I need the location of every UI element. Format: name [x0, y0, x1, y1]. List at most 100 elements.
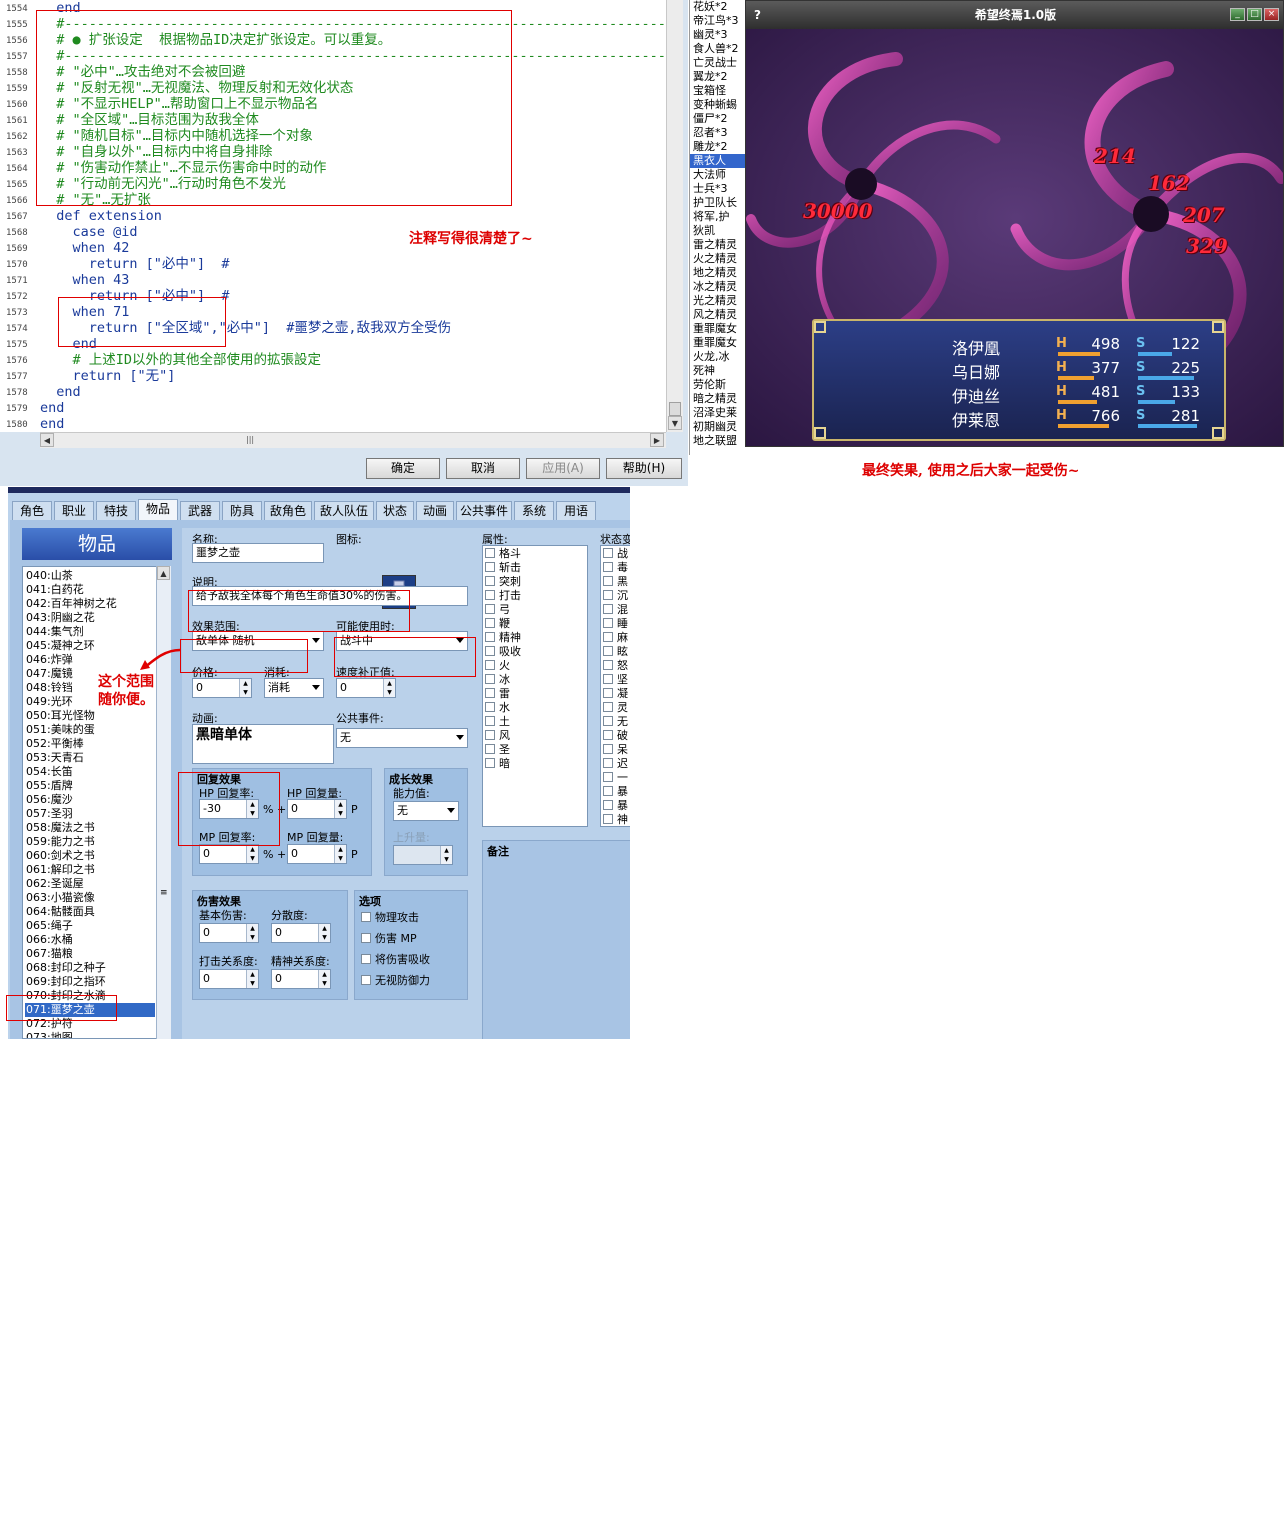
checkbox-icon[interactable] — [485, 688, 495, 698]
attribute-item[interactable]: 风 — [485, 729, 510, 743]
item-list-entry[interactable]: 069:封印之指环 — [25, 975, 155, 989]
item-list-entry[interactable]: 066:水桶 — [25, 933, 155, 947]
state-item[interactable]: 灵 — [603, 701, 628, 715]
attribute-item[interactable]: 突刺 — [485, 575, 521, 589]
checkbox-icon[interactable] — [603, 660, 613, 670]
checkbox-icon[interactable] — [603, 772, 613, 782]
monster-list-item[interactable]: 雕龙*2 — [690, 140, 745, 154]
attribute-item[interactable]: 暗 — [485, 757, 510, 771]
spinner-arrows-icon[interactable]: ▲ ▼ — [246, 845, 258, 863]
checkbox-icon[interactable] — [485, 660, 495, 670]
monster-list-item[interactable]: 重罪魔女 — [690, 336, 745, 350]
rise-input[interactable]: ▲ ▼ — [393, 845, 453, 865]
checkbox-icon[interactable] — [485, 758, 495, 768]
code-line[interactable]: 1570 return ["必中"] # — [0, 256, 666, 272]
monster-list-item[interactable]: 僵尸*2 — [690, 112, 745, 126]
state-item[interactable]: 睡 — [603, 617, 628, 631]
item-list-entry[interactable]: 063:小猫瓷像 — [25, 891, 155, 905]
monster-list-item[interactable]: 亡灵战士 — [690, 56, 745, 70]
help-icon[interactable]: ? — [754, 8, 768, 22]
tab-2[interactable]: 特技 — [96, 501, 136, 520]
state-item[interactable]: 毒 — [603, 561, 628, 575]
item-list-entry[interactable]: 044:集气剂 — [25, 625, 155, 639]
spinner-arrows-icon[interactable]: ▲ ▼ — [239, 679, 251, 697]
checkbox-icon[interactable] — [485, 562, 495, 572]
code-line[interactable]: 1576 # 上述ID以外的其他全部使用的拡張設定 — [0, 352, 666, 368]
checkbox-icon[interactable] — [603, 674, 613, 684]
code-line[interactable]: 1569 when 42 — [0, 240, 666, 256]
code-line[interactable]: 1571 when 43 — [0, 272, 666, 288]
item-list-entry[interactable]: 053:天青石 — [25, 751, 155, 765]
tab-10[interactable]: 公共事件 — [456, 501, 512, 520]
attribute-item[interactable]: 火 — [485, 659, 510, 673]
state-item[interactable]: 麻 — [603, 631, 628, 645]
monster-list-item[interactable]: 初期幽灵 — [690, 420, 745, 434]
monster-list-item[interactable]: 大法师 — [690, 168, 745, 182]
attribute-item[interactable]: 吸收 — [485, 645, 521, 659]
checkbox-icon[interactable] — [485, 548, 495, 558]
code-horizontal-scrollbar[interactable]: ◀ ▶ ||| — [40, 432, 666, 448]
item-list-entry[interactable]: 062:圣诞屋 — [25, 877, 155, 891]
state-item[interactable]: 暴 — [603, 785, 628, 799]
monster-list-item[interactable]: 翼龙*2 — [690, 70, 745, 84]
spinner-arrows-icon[interactable]: ▲ ▼ — [334, 800, 346, 818]
help-button[interactable]: 帮助(H) — [606, 458, 682, 479]
state-item[interactable]: 坚 — [603, 673, 628, 687]
attribute-item[interactable]: 精神 — [485, 631, 521, 645]
spinner-arrows-icon[interactable]: ▲ ▼ — [246, 970, 258, 988]
hp-amount-input[interactable]: 0 ▲ ▼ — [287, 799, 347, 819]
tab-4[interactable]: 武器 — [180, 501, 220, 520]
item-list-entry[interactable]: 058:魔法之书 — [25, 821, 155, 835]
option-checkbox[interactable]: 将伤害吸收 — [361, 951, 430, 967]
checkbox-icon[interactable] — [361, 954, 371, 964]
scrollbar-thumb[interactable] — [669, 402, 681, 416]
state-item[interactable]: 神 — [603, 813, 628, 826]
checkbox-icon[interactable] — [603, 646, 613, 656]
monster-list-item[interactable]: 重罪魔女 — [690, 322, 745, 336]
tab-9[interactable]: 动画 — [416, 501, 454, 520]
item-list-entry[interactable]: 064:骷髅面具 — [25, 905, 155, 919]
item-list-scrollbar[interactable]: ▲ ≡ — [156, 566, 171, 1039]
checkbox-icon[interactable] — [485, 716, 495, 726]
checkbox-icon[interactable] — [603, 590, 613, 600]
tab-8[interactable]: 状态 — [376, 501, 414, 520]
name-input[interactable]: 噩梦之壶 — [192, 543, 324, 563]
checkbox-icon[interactable] — [603, 758, 613, 768]
apply-button[interactable]: 应用(A) — [526, 458, 600, 479]
checkbox-icon[interactable] — [603, 548, 613, 558]
state-checklist[interactable]: 战毒黑沉混睡麻眩怒坚凝灵无破呆迟一暴暴神 — [600, 545, 630, 827]
monster-list-item[interactable]: 黑衣人 — [690, 154, 745, 168]
item-list-entry[interactable]: 065:绳子 — [25, 919, 155, 933]
monster-list-item[interactable]: 忍者*3 — [690, 126, 745, 140]
attribute-item[interactable]: 水 — [485, 701, 510, 715]
speed-input[interactable]: 0 ▲ ▼ — [336, 678, 396, 698]
mp-rate-input[interactable]: 0 ▲ ▼ — [199, 844, 259, 864]
common-event-select[interactable]: 无 — [336, 728, 468, 748]
checkbox-icon[interactable] — [485, 618, 495, 628]
option-checkbox[interactable]: 物理攻击 — [361, 909, 419, 925]
checkbox-icon[interactable] — [603, 618, 613, 628]
spinner-arrows-icon[interactable]: ▲ ▼ — [334, 845, 346, 863]
monster-list-item[interactable]: 死神 — [690, 364, 745, 378]
item-list-entry[interactable]: 054:长笛 — [25, 765, 155, 779]
maximize-icon[interactable]: □ — [1247, 8, 1262, 21]
checkbox-icon[interactable] — [361, 975, 371, 985]
checkbox-icon[interactable] — [485, 702, 495, 712]
item-list-entry[interactable]: 043:阴幽之花 — [25, 611, 155, 625]
checkbox-icon[interactable] — [485, 576, 495, 586]
option-checkbox[interactable]: 伤害 MP — [361, 930, 417, 946]
state-item[interactable]: 眩 — [603, 645, 628, 659]
state-item[interactable]: 混 — [603, 603, 628, 617]
checkbox-icon[interactable] — [603, 730, 613, 740]
monster-list-item[interactable]: 劳伦斯 — [690, 378, 745, 392]
item-list-entry[interactable]: 042:百年神树之花 — [25, 597, 155, 611]
tab-12[interactable]: 用语 — [556, 501, 596, 520]
state-item[interactable]: 黑 — [603, 575, 628, 589]
atk-relation-input[interactable]: 0 ▲ ▼ — [199, 969, 259, 989]
monster-list-item[interactable]: 宝箱怪 — [690, 84, 745, 98]
tab-5[interactable]: 防具 — [222, 501, 262, 520]
spi-relation-input[interactable]: 0 ▲ ▼ — [271, 969, 331, 989]
code-line[interactable]: 1578 end — [0, 384, 666, 400]
item-list-entry[interactable]: 057:圣羽 — [25, 807, 155, 821]
item-list-entry[interactable]: 040:山茶 — [25, 569, 155, 583]
